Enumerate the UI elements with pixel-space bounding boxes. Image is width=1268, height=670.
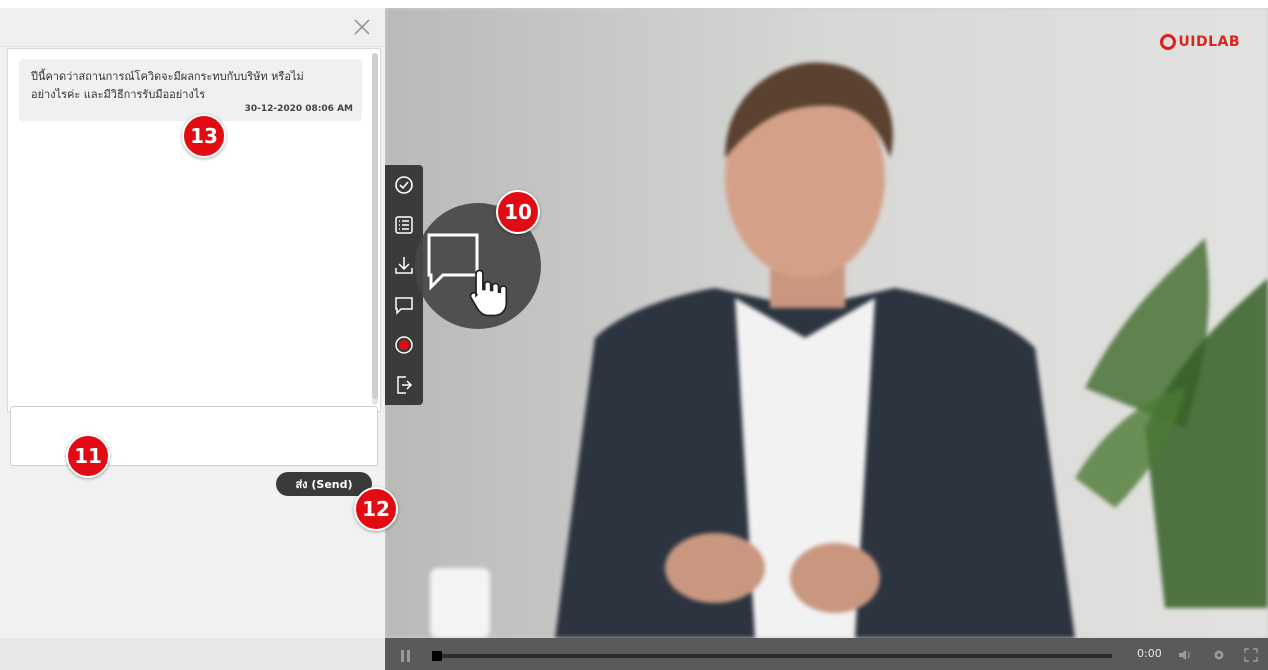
message-line-2: อย่างไรค่ะ และมีวิธีการรับมืออย่างไร (31, 88, 206, 101)
messages-scrollbar[interactable] (372, 53, 378, 405)
exit-icon (397, 376, 413, 394)
send-button[interactable]: ส่ง (Send) (276, 472, 372, 496)
volume-button[interactable] (1177, 647, 1193, 663)
chat-header (0, 8, 385, 47)
player-controls: 0:00 (385, 638, 1268, 670)
message-line-1: ปีนี้คาดว่าสถานการณ์โควิดจะมีผลกระทบกับบ… (31, 70, 304, 83)
record-button[interactable] (392, 333, 416, 357)
download-button[interactable] (392, 253, 416, 277)
fullscreen-icon (1244, 648, 1258, 662)
fullscreen-button[interactable] (1243, 647, 1259, 663)
current-time: 0:00 (1137, 647, 1162, 660)
list-icon (395, 216, 413, 234)
pause-icon (401, 650, 410, 662)
hand-cursor-icon (469, 269, 508, 317)
message-text: ปีนี้คาดว่าสถานการณ์โควิดจะมีผลกระทบกับบ… (31, 68, 351, 104)
badge-13: 13 (182, 114, 226, 158)
settings-button[interactable] (1211, 647, 1227, 663)
check-circle-icon (395, 176, 413, 194)
badge-11: 11 (66, 434, 110, 478)
brand-q-icon (1160, 34, 1177, 50)
close-icon (354, 19, 370, 35)
badge-10: 10 (496, 190, 540, 234)
chat-message: ปีนี้คาดว่าสถานการณ์โควิดจะมีผลกระทบกับบ… (19, 59, 362, 121)
seek-handle[interactable] (432, 651, 442, 661)
pause-button[interactable] (399, 648, 413, 662)
brand-name: UIDLAB (1178, 34, 1240, 50)
download-icon (395, 257, 413, 274)
badge-12: 12 (354, 487, 398, 531)
seek-bar[interactable] (432, 651, 1112, 661)
chat-icon (395, 297, 413, 315)
volume-icon (1179, 650, 1190, 660)
record-icon (395, 336, 413, 354)
agenda-list-button[interactable] (392, 213, 416, 237)
chat-panel: ปีนี้คาดว่าสถานการณ์โควิดจะมีผลกระทบกับบ… (0, 8, 386, 670)
chat-footer (0, 638, 385, 670)
app-frame: ปีนี้คาดว่าสถานการณ์โควิดจะมีผลกระทบกับบ… (0, 0, 1268, 670)
close-chat-button[interactable] (349, 14, 375, 40)
quiz-check-button[interactable] (392, 173, 416, 197)
messages-list[interactable]: ปีนี้คาดว่าสถานการณ์โควิดจะมีผลกระทบกับบ… (7, 48, 381, 412)
gear-icon (1214, 650, 1224, 660)
exit-button[interactable] (392, 373, 416, 397)
brand-logo: UIDLAB (1160, 34, 1240, 50)
scrollbar-thumb[interactable] (372, 53, 378, 399)
chat-button[interactable] (392, 293, 416, 317)
message-timestamp: 30-12-2020 08:06 AM (244, 104, 353, 114)
